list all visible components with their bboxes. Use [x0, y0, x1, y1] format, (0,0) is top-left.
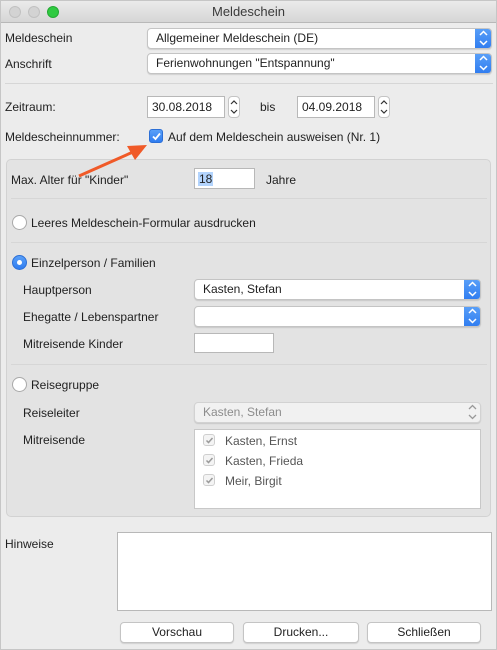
- mitreisende-label: Mitreisende: [23, 433, 86, 447]
- mitreisende-name: Kasten, Ernst: [225, 434, 298, 448]
- reiseleiter-popup[interactable]: Kasten, Stefan: [194, 402, 481, 423]
- bis-label: bis: [260, 100, 276, 114]
- meldeschein-popup-value: Allgemeiner Meldeschein (DE): [156, 31, 319, 45]
- checkmark-icon: [205, 457, 214, 464]
- hinweise-label: Hinweise: [5, 537, 54, 551]
- chevron-up-icon: [468, 308, 477, 314]
- popup-arrows-icon: [464, 403, 480, 422]
- radio-einzelperson-label: Einzelperson / Familien: [31, 256, 156, 270]
- hauptperson-label: Hauptperson: [23, 283, 92, 297]
- chevron-up-icon: [479, 30, 488, 36]
- stepper-up-icon: [230, 100, 238, 105]
- hinweise-textarea[interactable]: [117, 532, 492, 611]
- checkmark-icon: [152, 132, 161, 141]
- max-alter-unit: Jahre: [266, 173, 297, 187]
- anschrift-label: Anschrift: [5, 57, 52, 71]
- chevron-up-icon: [479, 55, 488, 61]
- stepper-up-icon: [380, 100, 388, 105]
- hauptperson-popup[interactable]: Kasten, Stefan: [194, 279, 481, 300]
- radio-einzelperson[interactable]: [12, 255, 27, 270]
- chevron-down-icon: [479, 65, 488, 71]
- radio-reisegruppe-label: Reisegruppe: [31, 378, 100, 392]
- stepper-down-icon: [380, 109, 388, 114]
- window-title: Meldeschein: [212, 4, 285, 19]
- hauptperson-popup-value: Kasten, Stefan: [203, 282, 282, 296]
- show-number-checkbox-label: Auf dem Meldeschein ausweisen (Nr. 1): [168, 130, 381, 144]
- chevron-down-icon: [468, 414, 477, 420]
- mitreisende-checkbox[interactable]: [203, 434, 215, 446]
- chevron-down-icon: [468, 291, 477, 297]
- meldeschein-label: Meldeschein: [5, 31, 73, 45]
- mitreisende-checkbox[interactable]: [203, 454, 215, 466]
- max-alter-value: 18: [198, 172, 214, 186]
- checkmark-icon: [205, 437, 214, 444]
- reiseleiter-popup-value: Kasten, Stefan: [203, 405, 282, 419]
- date-from-stepper[interactable]: [228, 96, 240, 118]
- stepper-down-icon: [230, 109, 238, 114]
- max-alter-input[interactable]: 18: [194, 168, 255, 189]
- schliessen-button[interactable]: Schließen: [367, 622, 481, 643]
- separator: [11, 364, 487, 365]
- reiseleiter-label: Reiseleiter: [23, 406, 80, 420]
- popup-arrows-icon: [464, 280, 480, 299]
- radio-reisegruppe[interactable]: [12, 377, 27, 392]
- chevron-down-icon: [479, 40, 488, 46]
- popup-arrows-icon: [464, 307, 480, 326]
- mitreisende-list[interactable]: Kasten, Ernst Kasten, Frieda Meir, Birgi…: [194, 429, 481, 509]
- checkmark-icon: [205, 477, 214, 484]
- vorschau-button[interactable]: Vorschau: [120, 622, 234, 643]
- mitreisende-kinder-label: Mitreisende Kinder: [23, 337, 124, 351]
- chevron-up-icon: [468, 281, 477, 287]
- annotation-arrow-icon: [78, 145, 147, 178]
- radio-leeres-formular-label: Leeres Meldeschein-Formular ausdrucken: [31, 216, 256, 230]
- meldeschein-window: Meldeschein Meldeschein Allgemeiner Meld…: [0, 0, 497, 650]
- radio-leeres-formular[interactable]: [12, 215, 27, 230]
- date-to-stepper[interactable]: [378, 96, 390, 118]
- meldeschein-popup[interactable]: Allgemeiner Meldeschein (DE): [147, 28, 492, 49]
- separator: [11, 242, 487, 243]
- mitreisende-checkbox[interactable]: [203, 474, 215, 486]
- mitreisende-name: Kasten, Frieda: [225, 454, 304, 468]
- popup-arrows-icon: [475, 54, 491, 73]
- ehegatte-popup[interactable]: [194, 306, 481, 327]
- show-number-checkbox[interactable]: [149, 129, 163, 143]
- chevron-down-icon: [468, 318, 477, 324]
- mitreisende-name: Meir, Birgit: [225, 474, 282, 488]
- title-bar: Meldeschein: [1, 1, 496, 23]
- date-from-field[interactable]: 30.08.2018: [147, 96, 225, 118]
- separator: [11, 198, 487, 199]
- chevron-up-icon: [468, 404, 477, 410]
- popup-arrows-icon: [475, 29, 491, 48]
- date-to-field[interactable]: 04.09.2018: [297, 96, 375, 118]
- ehegatte-label: Ehegatte / Lebenspartner: [23, 310, 159, 324]
- zeitraum-label: Zeitraum:: [5, 100, 56, 114]
- drucken-button[interactable]: Drucken...: [243, 622, 359, 643]
- anschrift-popup[interactable]: Ferienwohnungen "Entspannung": [147, 53, 492, 74]
- separator: [5, 83, 493, 84]
- mitreisende-kinder-input[interactable]: [194, 333, 274, 353]
- anschrift-popup-value: Ferienwohnungen "Entspannung": [156, 56, 335, 70]
